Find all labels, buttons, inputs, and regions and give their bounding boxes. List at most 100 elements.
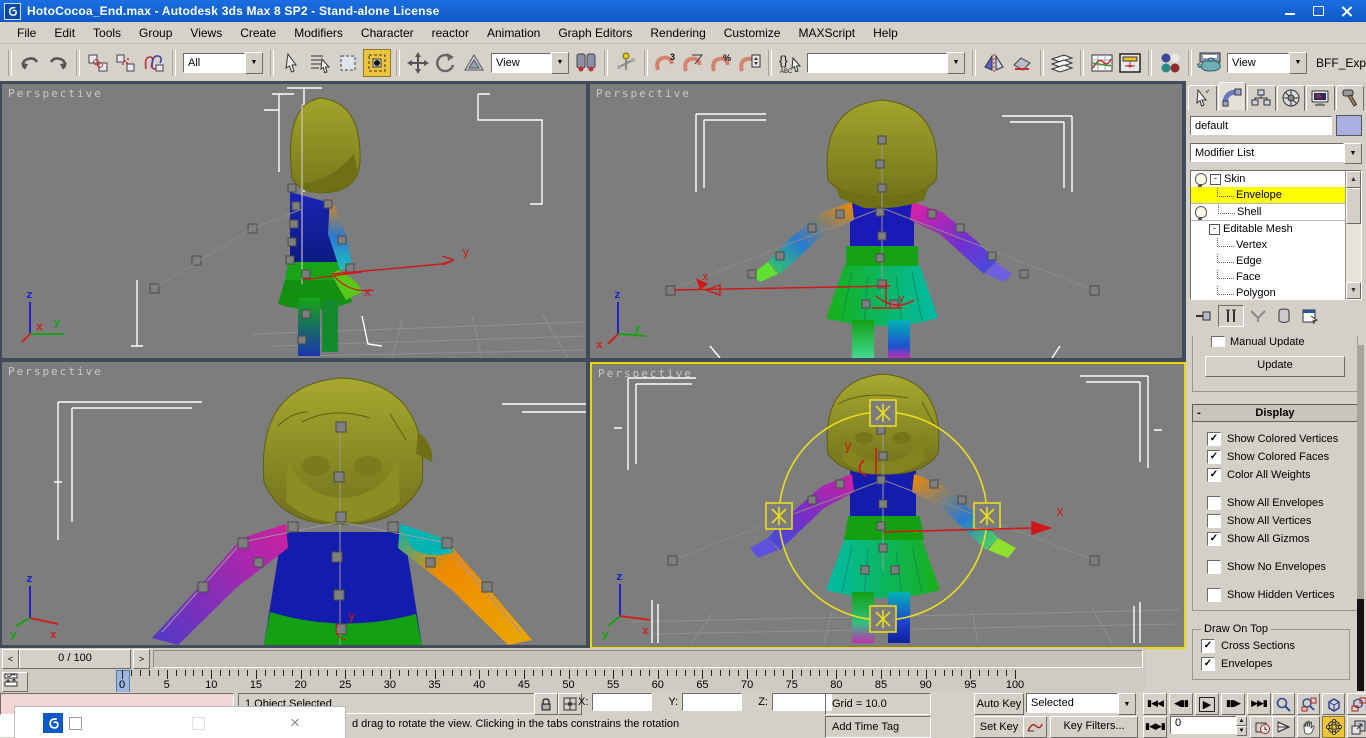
modifier-list-dropdown[interactable]: Modifier List ▼ — [1190, 143, 1362, 164]
panel-scroll-thumb[interactable] — [1357, 599, 1364, 691]
new-key-default-in-out-tangents-icon[interactable] — [1023, 716, 1047, 738]
menu-reactor[interactable]: reactor — [423, 24, 478, 42]
viewport-top-right[interactable]: Perspective — [590, 84, 1182, 358]
stack-item-editable-mesh[interactable]: -Editable Mesh — [1191, 220, 1345, 237]
min-max-toggle-icon[interactable] — [1347, 716, 1366, 738]
tab-utilities[interactable] — [1336, 85, 1365, 111]
menu-tools[interactable]: Tools — [84, 24, 130, 42]
select-and-manipulate-icon[interactable] — [613, 50, 639, 76]
menu-edit[interactable]: Edit — [45, 24, 84, 42]
modifier-bulb-icon[interactable] — [1195, 173, 1207, 185]
expand-collapse-icon[interactable]: - — [1209, 224, 1220, 235]
checkbox-show-all-gizmos[interactable]: ✓Show All Gizmos — [1207, 530, 1357, 548]
update-button[interactable]: Update — [1205, 356, 1345, 377]
key-mode-toggle-icon[interactable]: ▮◀▶▮ — [1143, 716, 1167, 738]
stack-item-envelope[interactable]: Envelope — [1191, 187, 1345, 203]
show-end-result-icon[interactable] — [1218, 305, 1244, 327]
time-configuration-icon[interactable] — [1250, 716, 1274, 738]
menu-views[interactable]: Views — [181, 24, 231, 42]
timeline-ruler[interactable]: 0510152025303540455055606570758085909510… — [30, 670, 1146, 692]
menu-rendering[interactable]: Rendering — [641, 24, 714, 42]
scroll-down-icon[interactable]: ▼ — [1346, 282, 1361, 299]
select-object-icon[interactable] — [279, 50, 305, 76]
taskbar-preview-window[interactable]: × — [14, 706, 346, 738]
remove-modifier-icon[interactable] — [1272, 306, 1296, 326]
select-and-move-icon[interactable] — [405, 50, 431, 76]
time-slider-next-icon[interactable]: > — [133, 649, 150, 669]
restore-icon[interactable] — [69, 717, 82, 730]
add-time-tag[interactable]: Add Time Tag — [825, 716, 931, 738]
maximize-icon[interactable] — [1312, 5, 1326, 17]
scroll-up-icon[interactable]: ▲ — [1346, 171, 1361, 188]
time-slider-track[interactable] — [153, 650, 1143, 668]
expand-collapse-icon[interactable]: - — [1210, 174, 1221, 185]
checkbox-box[interactable] — [1207, 560, 1221, 574]
align-icon[interactable] — [1009, 50, 1035, 76]
dropdown-arrow-icon[interactable]: ▼ — [551, 52, 569, 74]
frame-spin-up-icon[interactable]: ▲ — [1236, 716, 1247, 726]
checkbox-box[interactable]: ✓ — [1207, 450, 1221, 464]
object-color-swatch[interactable] — [1336, 115, 1362, 136]
viewport-label[interactable]: Perspective — [8, 87, 103, 100]
checkbox-box[interactable]: ✓ — [1201, 639, 1215, 653]
set-key-button[interactable]: Set Key — [974, 716, 1024, 738]
menu-customize[interactable]: Customize — [715, 24, 790, 42]
use-pivot-point-center-icon[interactable] — [573, 50, 599, 76]
angle-snap-toggle-icon[interactable] — [681, 50, 707, 76]
play-icon[interactable]: ▶ — [1195, 693, 1219, 715]
checkbox-box[interactable] — [1207, 514, 1221, 528]
key-filters-button[interactable]: Key Filters... — [1050, 716, 1138, 738]
panel-scrollbar[interactable] — [1357, 345, 1364, 691]
frame-spin-down-icon[interactable]: ▼ — [1236, 726, 1247, 736]
menu-help[interactable]: Help — [864, 24, 907, 42]
current-frame-field[interactable]: 0 — [1170, 716, 1238, 734]
field-of-view-icon[interactable] — [1272, 716, 1295, 738]
dropdown-arrow-icon[interactable]: ▼ — [1289, 52, 1307, 74]
dropdown-arrow-icon[interactable]: ▼ — [947, 52, 965, 74]
checkbox-show-all-vertices[interactable]: Show All Vertices — [1207, 512, 1357, 530]
mirror-icon[interactable] — [981, 50, 1007, 76]
select-by-name-icon[interactable] — [307, 50, 333, 76]
snaps-toggle-icon[interactable]: 3 — [653, 50, 679, 76]
unlink-selection-icon[interactable] — [113, 50, 139, 76]
open-mini-listener-icon[interactable] — [2, 672, 28, 692]
pan-hand-icon[interactable] — [1297, 716, 1320, 738]
dropdown-arrow-icon[interactable]: ▼ — [245, 52, 263, 74]
curve-editor-icon[interactable] — [1089, 50, 1115, 76]
named-selection-sets-icon[interactable]: {}ABC — [777, 50, 803, 76]
y-coord-field[interactable] — [682, 693, 742, 711]
zoom-all-icon[interactable] — [1297, 693, 1320, 715]
checkbox-box[interactable] — [1207, 496, 1221, 510]
menu-character[interactable]: Character — [352, 24, 423, 42]
pin-stack-icon[interactable] — [1192, 306, 1216, 326]
checkbox-show-colored-vertices[interactable]: ✓Show Colored Vertices — [1207, 430, 1357, 448]
go-to-end-icon[interactable]: ▶▶▮ — [1247, 693, 1271, 715]
percent-snap-toggle-icon[interactable]: % — [709, 50, 735, 76]
next-frame-icon[interactable]: ▮▮▶ — [1221, 693, 1245, 715]
x-coord-field[interactable] — [592, 693, 652, 711]
stack-scrollbar[interactable]: ▲ ▼ — [1345, 171, 1361, 299]
z-coord-field[interactable] — [772, 693, 832, 711]
arc-rotate-icon[interactable] — [1322, 716, 1345, 738]
manual-update-checkbox[interactable] — [1211, 336, 1225, 347]
checkbox-box[interactable]: ✓ — [1207, 532, 1221, 546]
checkbox-box[interactable]: ✓ — [1207, 468, 1221, 482]
stack-item-vertex[interactable]: Vertex — [1191, 237, 1345, 253]
checkbox-box[interactable]: ✓ — [1201, 657, 1215, 671]
checkbox-box[interactable]: ✓ — [1207, 432, 1221, 446]
checkbox-color-all-weights[interactable]: ✓Color All Weights — [1207, 466, 1357, 484]
viewport-label[interactable]: Perspective — [596, 87, 691, 100]
dropdown-arrow-icon[interactable]: ▼ — [1118, 693, 1136, 715]
tab-modify[interactable] — [1218, 82, 1247, 111]
tab-display[interactable] — [1306, 85, 1335, 111]
time-slider-prev-icon[interactable]: < — [2, 649, 19, 669]
checkbox-show-colored-faces[interactable]: ✓Show Colored Faces — [1207, 448, 1357, 466]
redo-icon[interactable] — [45, 50, 71, 76]
render-scene-icon[interactable] — [1197, 50, 1223, 76]
auto-key-button[interactable]: Auto Key — [974, 693, 1024, 715]
zoom-extents-all-icon[interactable] — [1347, 693, 1366, 715]
time-slider-handle[interactable]: 0 / 100 — [19, 649, 131, 669]
bind-to-space-warp-icon[interactable] — [141, 50, 167, 76]
menu-animation[interactable]: Animation — [478, 24, 549, 42]
window-crossing-toggle-icon[interactable] — [363, 49, 391, 77]
